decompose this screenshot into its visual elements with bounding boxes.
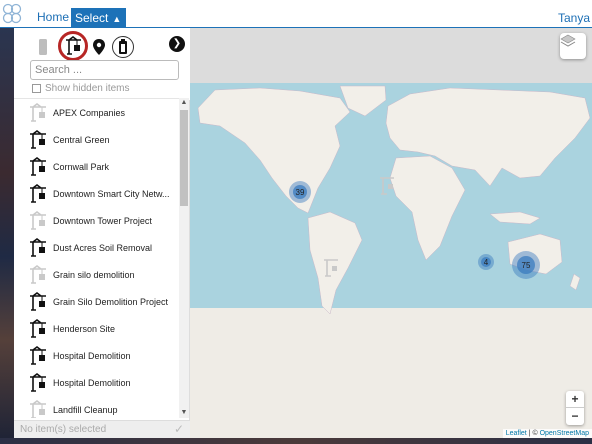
selection-panel: ❯ Show hidden items APEX Companies Centra… [14,28,190,438]
list-item[interactable]: Cornwall Park [14,153,179,180]
construction-crane-icon [30,372,46,392]
list-scrollbar[interactable]: ▲ ▼ [179,98,189,418]
list-item-label: Grain Silo Demolition Project [53,296,169,307]
construction-crane-icon [30,399,46,418]
scrollbar-thumb[interactable] [180,110,188,206]
show-hidden-label: Show hidden items [45,83,130,94]
nav-select-dropdown[interactable]: Select ▲ [71,8,127,28]
background-image-bottom [0,438,592,444]
zoom-in-button[interactable]: + [566,391,584,408]
cluster-count: 75 [522,261,531,270]
cluster-marker[interactable]: 39 [289,181,311,203]
list-item-label: Landfill Cleanup [53,404,118,415]
cluster-count: 4 [484,258,489,267]
construction-crane-icon [30,156,46,176]
scroll-up-arrow-icon[interactable]: ▲ [180,99,188,107]
map-attribution: Leaflet | © OpenStreetMap [502,429,592,438]
chevron-right-icon[interactable]: ❯ [169,36,185,52]
world-map: 39 4 75 [190,28,592,438]
construction-crane-icon [30,102,46,122]
zoom-out-button[interactable]: − [566,408,584,425]
top-nav-bar: Home Select ▲ Tanya [0,0,592,28]
nav-home-link[interactable]: Home [37,10,69,24]
list-item-label: Hospital Demolition [53,350,131,361]
item-list: APEX Companies Central Green Cornwall Park… [14,98,179,418]
selection-panel-header: ❯ Show hidden items [14,28,190,100]
list-item-label: Grain silo demolition [53,269,135,280]
selection-panel-footer: No item(s) selected ✓ [14,420,190,438]
list-item[interactable]: Downtown Tower Project [14,207,179,234]
user-menu[interactable]: Tanya [558,11,590,25]
list-item[interactable]: Grain silo demolition [14,261,179,288]
construction-crane-icon [30,210,46,230]
list-item[interactable]: Henderson Site [14,315,179,342]
list-item-label: Downtown Tower Project [53,215,152,226]
cluster-marker[interactable]: 75 [512,251,540,279]
attribution-separator: | © [526,430,540,437]
list-item[interactable]: Hospital Demolition [14,342,179,369]
construction-crane-icon [30,237,46,257]
scroll-down-arrow-icon[interactable]: ▼ [180,409,188,417]
list-item-label: Hospital Demolition [53,377,131,388]
list-item-label: Central Green [53,134,110,145]
cluster-count: 39 [296,188,305,197]
list-item[interactable]: Dust Acres Soil Removal [14,234,179,261]
list-item[interactable]: Hospital Demolition [14,369,179,396]
openstreetmap-link[interactable]: OpenStreetMap [540,430,589,437]
search-input[interactable] [30,60,179,80]
show-hidden-toggle[interactable]: Show hidden items [32,83,130,94]
construction-crane-icon [30,264,46,284]
list-item[interactable]: Grain Silo Demolition Project [14,288,179,315]
nav-select-label: Select [75,11,109,25]
construction-crane-icon [30,291,46,311]
list-item[interactable]: Downtown Smart City Netw... [14,180,179,207]
selection-status: No item(s) selected [20,424,107,435]
confirm-check-icon[interactable]: ✓ [174,422,184,436]
show-hidden-checkbox[interactable] [32,84,41,93]
zoom-control: + − [566,391,584,425]
chevron-up-icon: ▲ [112,14,122,24]
list-item-label: Downtown Smart City Netw... [53,188,170,199]
antarctica [190,308,592,438]
list-item[interactable]: APEX Companies [14,99,179,126]
construction-crane-icon[interactable] [58,31,88,61]
background-image [0,28,14,444]
list-item-label: Dust Acres Soil Removal [53,242,153,253]
list-item-label: APEX Companies [53,107,126,118]
construction-crane-icon [30,345,46,365]
location-pin-icon[interactable] [88,36,110,58]
list-item[interactable]: Landfill Cleanup [14,396,179,418]
construction-crane-icon [30,318,46,338]
cluster-marker[interactable]: 4 [478,254,494,270]
battery-icon[interactable] [112,36,134,58]
construction-crane-icon [30,183,46,203]
app-logo-icon[interactable] [2,3,26,27]
construction-crane-icon [30,129,46,149]
list-item-label: Henderson Site [53,323,116,334]
list-item[interactable]: Central Green [14,126,179,153]
list-item-label: Cornwall Park [53,161,110,172]
leaflet-link[interactable]: Leaflet [506,430,527,437]
device-icon[interactable] [32,36,54,58]
map-view[interactable]: 39 4 75 + − Leaflet | © OpenStreetMap [190,28,592,438]
layers-icon[interactable] [560,33,586,59]
